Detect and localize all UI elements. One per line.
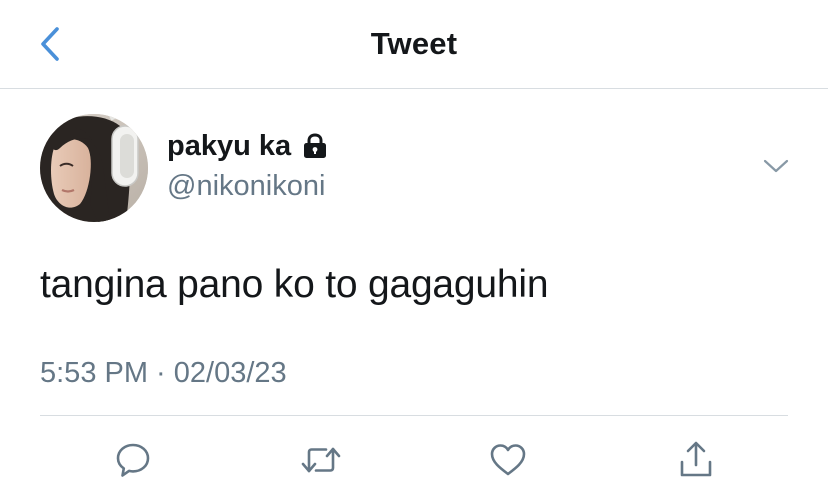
tweet-text: tangina pano ko to gagaguhin bbox=[40, 263, 549, 306]
lock-icon bbox=[301, 132, 329, 160]
user-handle[interactable]: @nikonikoni bbox=[167, 168, 325, 204]
user-name-row[interactable]: pakyu ka bbox=[167, 128, 329, 164]
tweet-timestamp: 5:53 PM · 02/03/23 bbox=[40, 357, 287, 389]
retweet-icon bbox=[301, 447, 341, 473]
retweet-button[interactable] bbox=[297, 434, 345, 486]
tweet-detail-screen: Tweet pakyu ka @nikonikoni tangina pano … bbox=[0, 0, 828, 499]
avatar-photo bbox=[40, 114, 148, 222]
tweet-actions bbox=[0, 434, 828, 486]
heart-icon bbox=[490, 444, 526, 476]
more-options-button[interactable] bbox=[760, 152, 792, 180]
share-icon bbox=[680, 441, 712, 477]
navigation-header: Tweet bbox=[0, 0, 828, 89]
chevron-down-icon bbox=[763, 159, 789, 173]
reply-icon bbox=[116, 443, 150, 477]
display-name[interactable]: pakyu ka bbox=[167, 128, 291, 164]
like-button[interactable] bbox=[484, 434, 532, 486]
share-button[interactable] bbox=[672, 434, 720, 486]
divider bbox=[40, 415, 788, 416]
avatar[interactable] bbox=[40, 114, 148, 222]
reply-button[interactable] bbox=[109, 434, 157, 486]
page-title: Tweet bbox=[370, 26, 458, 61]
